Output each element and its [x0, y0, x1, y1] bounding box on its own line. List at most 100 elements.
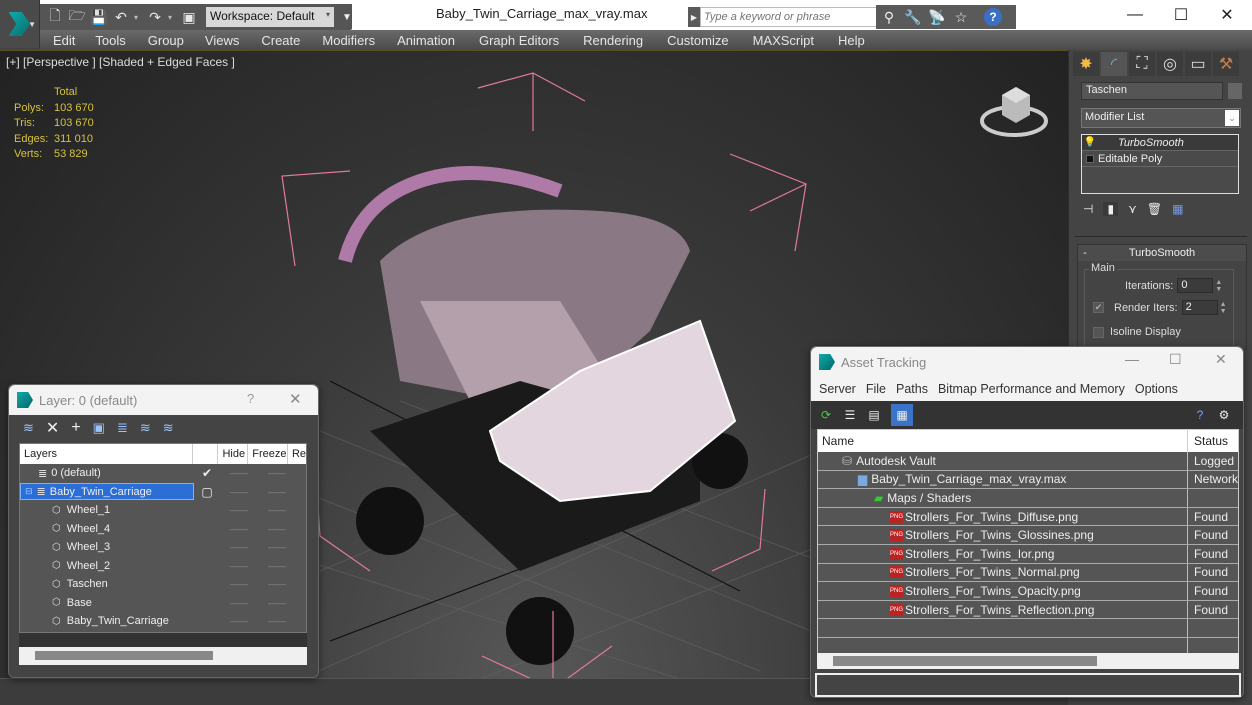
utilities-tab-icon[interactable]: ⚒ — [1213, 52, 1239, 76]
spinner-arrows-icon[interactable]: ▲ ▼ — [1220, 301, 1228, 315]
menu-paths[interactable]: Paths — [896, 382, 928, 396]
open-icon[interactable]: 🗁 — [68, 7, 86, 26]
hierarchy-tab-icon[interactable]: ⛶ — [1129, 52, 1155, 76]
select-objects-in-layer-icon[interactable]: ▣ — [93, 420, 105, 436]
isoline-display-checkbox[interactable] — [1093, 326, 1104, 338]
layer-name-cell[interactable]: ⬡ Wheel_1 — [20, 502, 194, 519]
layer-row[interactable]: ⬡ Base —— —— — [20, 594, 306, 613]
horizontal-scrollbar[interactable] — [817, 653, 1239, 669]
freeze-unfreeze-layers-icon[interactable]: ≋ — [163, 420, 174, 436]
menu-rendering[interactable]: Rendering — [583, 33, 643, 48]
layer-row[interactable]: ⬡ Wheel_4 —— —— — [20, 520, 306, 539]
layer-name-cell[interactable]: ⊟ ≣ Baby_Twin_Carriage — [20, 483, 194, 501]
hide-unhide-layers-icon[interactable]: ≋ — [140, 420, 151, 436]
spinner-arrows-icon[interactable]: ▲ ▼ — [1215, 279, 1223, 293]
asset-row[interactable]: ▆ Baby_Twin_Carriage_max_vray.max Network — [818, 470, 1238, 490]
current-layer-checkmark-icon[interactable]: ✔ — [194, 466, 220, 480]
asset-row[interactable]: PNG Strollers_For_Twins_Reflection.png Fou… — [818, 600, 1238, 620]
column-freeze[interactable]: Freeze — [248, 444, 288, 464]
asset-row[interactable]: PNG Strollers_For_Twins_Diffuse.png Found — [818, 507, 1238, 527]
column-hide[interactable]: Hide — [218, 444, 249, 464]
layer-row[interactable]: ⬡ Wheel_1 —— —— — [20, 501, 306, 520]
object-color-swatch[interactable] — [1227, 82, 1243, 100]
motion-tab-icon[interactable]: ◎ — [1157, 52, 1183, 76]
vault-help-icon[interactable]: ⚙ — [1217, 407, 1231, 423]
list-view-icon[interactable]: ☰ — [843, 407, 857, 423]
menu-help[interactable]: Help — [838, 33, 865, 48]
redo-icon[interactable]: ↷ — [146, 8, 164, 26]
stack-item-editable-poly[interactable]: Editable Poly — [1082, 151, 1238, 167]
maximize-button[interactable]: ☐ — [1169, 351, 1182, 368]
menu-animation[interactable]: Animation — [397, 33, 455, 48]
asset-row[interactable]: PNG Strollers_For_Twins_Normal.png Found — [818, 563, 1238, 583]
column-layers[interactable]: Layers — [20, 444, 193, 464]
scrollbar-thumb[interactable] — [833, 656, 1097, 666]
render-iters-input[interactable]: 2 — [1181, 300, 1218, 315]
layer-name-cell[interactable]: ⬡ Taschen — [20, 576, 194, 593]
menu-options[interactable]: Options — [1135, 382, 1178, 396]
layer-name-cell[interactable]: ≣ 0 (default) — [20, 465, 194, 482]
freeze-toggle[interactable]: —— — [258, 487, 296, 497]
hide-toggle[interactable]: —— — [220, 505, 258, 515]
show-end-result-icon[interactable]: ▮ — [1103, 202, 1119, 216]
maximize-button[interactable]: ☐ — [1158, 2, 1204, 28]
menu-file[interactable]: File — [866, 382, 886, 396]
asset-row[interactable]: ⛁Autodesk Vault Logged O — [818, 452, 1238, 471]
menu-graph-editors[interactable]: Graph Editors — [479, 33, 559, 48]
freeze-toggle[interactable]: —— — [258, 524, 296, 534]
asset-row[interactable]: PNG Strollers_For_Twins_Opacity.png Found — [818, 582, 1238, 601]
layer-row[interactable]: ⬡ Taschen —— —— — [20, 575, 306, 594]
menu-create[interactable]: Create — [261, 33, 300, 48]
viewcube-icon[interactable] — [980, 81, 1050, 141]
hide-toggle[interactable]: —— — [220, 561, 258, 571]
workspace-select[interactable]: Workspace: Default ▾ — [206, 7, 334, 27]
column-name[interactable]: Name — [818, 430, 1188, 452]
minimize-button[interactable]: — — [1125, 351, 1139, 367]
freeze-toggle[interactable]: —— — [258, 505, 296, 515]
satellite-icon[interactable]: 📡 — [928, 8, 946, 26]
hide-toggle[interactable]: —— — [220, 598, 258, 608]
column-status[interactable]: Status — [1188, 434, 1228, 448]
close-button[interactable]: ✕ — [1215, 351, 1227, 368]
refresh-icon[interactable]: ⟳ — [819, 407, 833, 423]
project-icon[interactable]: ▣ — [180, 8, 198, 26]
new-icon[interactable]: 🗋 — [46, 7, 64, 26]
stack-item-turbosmooth[interactable]: 💡 TurboSmooth — [1082, 135, 1238, 151]
menu-edit[interactable]: Edit — [53, 33, 75, 48]
menu-group[interactable]: Group — [148, 33, 184, 48]
redo-dropdown-icon[interactable]: ▾ — [168, 13, 176, 22]
pin-stack-icon[interactable]: ⊣ — [1083, 202, 1093, 216]
close-button[interactable]: ✕ — [289, 390, 302, 408]
menu-server[interactable]: Server — [819, 382, 856, 396]
rollout-header[interactable]: - TurboSmooth — [1078, 245, 1246, 261]
modify-tab-icon[interactable]: ◜ — [1101, 52, 1127, 76]
hide-toggle[interactable]: —— — [220, 524, 258, 534]
modifier-list-dropdown[interactable]: Modifier List ⌄ — [1081, 108, 1241, 128]
minimize-button[interactable]: — — [1112, 2, 1158, 28]
menu-bitmap-performance[interactable]: Bitmap Performance and Memory — [938, 382, 1125, 396]
freeze-toggle[interactable]: —— — [258, 468, 296, 478]
menu-maxscript[interactable]: MAXScript — [753, 33, 814, 48]
column-render[interactable]: Re — [288, 444, 306, 464]
dialog-title-bar[interactable]: Layer: 0 (default) ? ✕ — [9, 385, 318, 415]
layer-name-cell[interactable]: ⬡ Base — [20, 594, 194, 611]
asset-row[interactable]: PNG Strollers_For_Twins_Ior.png Found — [818, 544, 1238, 564]
make-unique-icon[interactable]: ⋎ — [1128, 202, 1137, 216]
menu-views[interactable]: Views — [205, 33, 239, 48]
expand-search-icon[interactable]: ▶ — [688, 7, 700, 27]
hide-toggle[interactable]: —— — [220, 468, 258, 478]
freeze-toggle[interactable]: —— — [258, 561, 296, 571]
freeze-toggle[interactable]: —— — [258, 579, 296, 589]
layer-row[interactable]: ⬡ Wheel_3 —— —— — [20, 538, 306, 557]
help-icon[interactable]: ? — [1193, 407, 1207, 423]
freeze-toggle[interactable]: —— — [258, 598, 296, 608]
lightbulb-icon[interactable]: 💡 — [1082, 137, 1098, 148]
remove-modifier-icon[interactable]: 🗑 — [1147, 202, 1162, 216]
horizontal-scrollbar[interactable] — [19, 647, 307, 665]
scrollbar-thumb[interactable] — [35, 651, 213, 660]
menu-modifiers[interactable]: Modifiers — [322, 33, 375, 48]
layer-name-cell[interactable]: ⬡ Wheel_4 — [20, 520, 194, 537]
dialog-title-bar[interactable]: Asset Tracking — ☐ ✕ — [811, 347, 1243, 377]
configure-modifier-sets-icon[interactable]: ▦ — [1172, 202, 1183, 216]
layer-name-cell[interactable]: ⬡ Wheel_3 — [20, 539, 194, 556]
